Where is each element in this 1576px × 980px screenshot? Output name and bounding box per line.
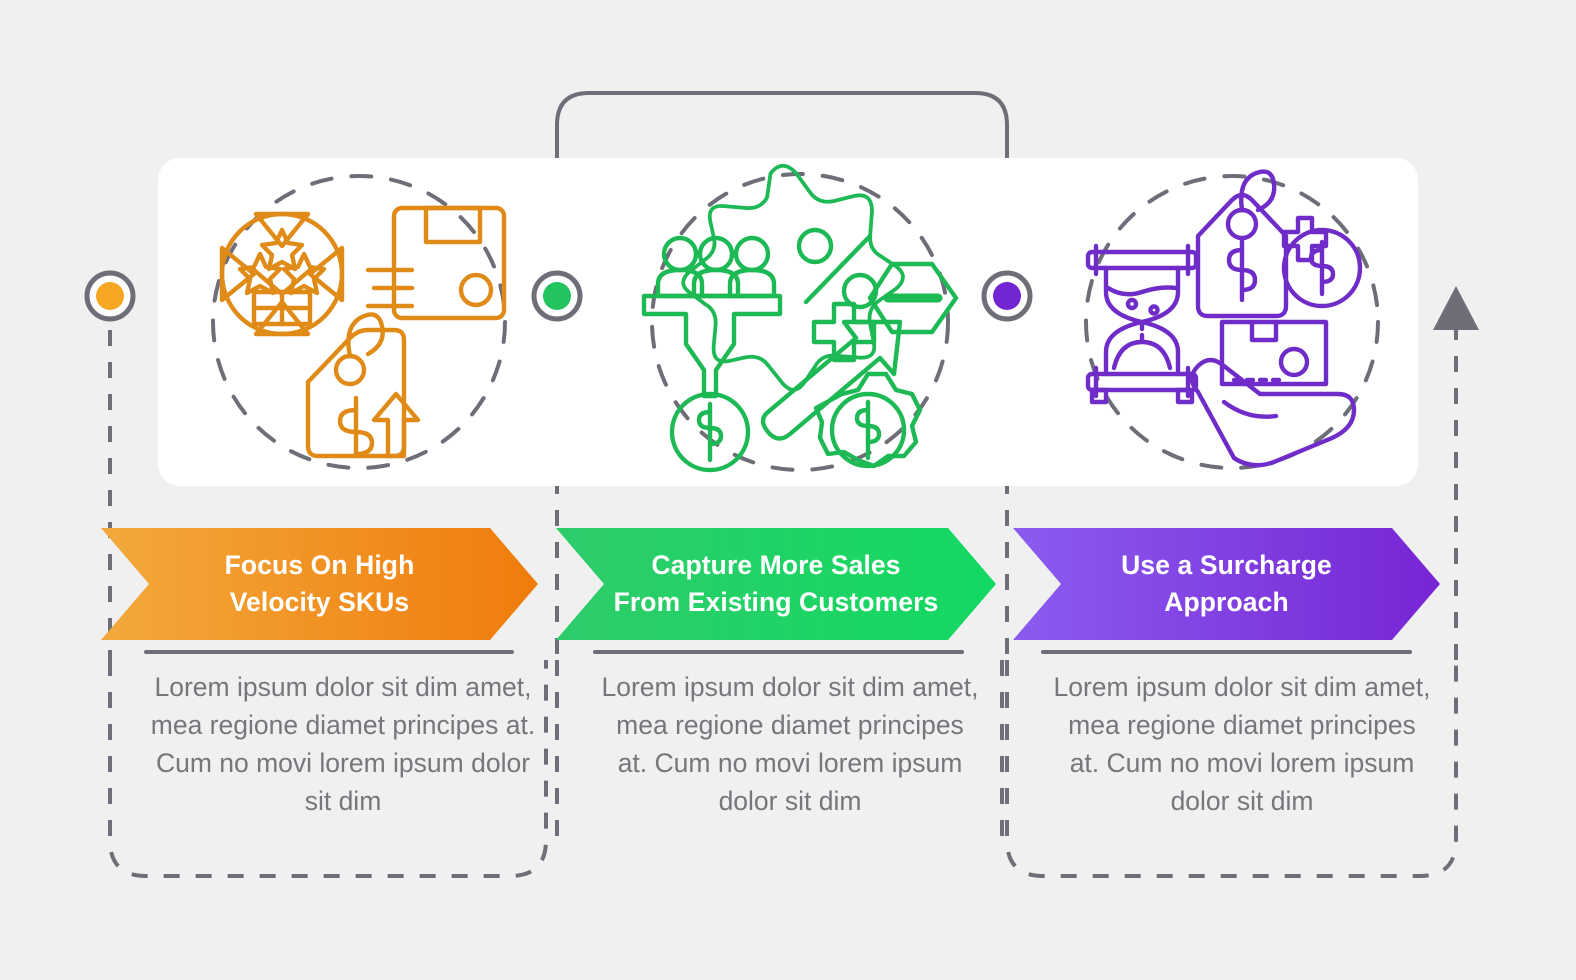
connector-lines-layer xyxy=(108,91,1458,878)
icon-group-step3 xyxy=(1062,158,1412,486)
tag-hole-3 xyxy=(1225,207,1259,241)
hand-icon xyxy=(1189,357,1357,468)
step-description-1: Lorem ipsum dolor sit dim amet, mea regi… xyxy=(150,672,536,817)
step1-illustration xyxy=(211,174,507,470)
box-divider xyxy=(251,289,313,327)
hourglass-foot-right xyxy=(1175,387,1195,405)
package-tape xyxy=(423,205,483,245)
tag-hole xyxy=(333,353,367,387)
hourglass-bottom-bar xyxy=(1085,371,1199,393)
sand-grain-1 xyxy=(1125,297,1139,311)
step-markers-layer xyxy=(84,270,1479,330)
step2-illustration xyxy=(641,163,959,473)
hand-thumb xyxy=(1221,399,1279,419)
package-dot xyxy=(458,272,494,308)
step-banner-3[interactable]: Use a Surcharge Approach xyxy=(1013,528,1440,640)
step-description-2: Lorem ipsum dolor sit dim amet, mea regi… xyxy=(601,672,979,817)
plus-icon-3 xyxy=(1281,215,1329,263)
dollar-sign-icon xyxy=(337,395,375,459)
step-marker-orange[interactable] xyxy=(84,270,136,322)
gear-dollar-sign xyxy=(854,399,882,461)
up-arrow-icon xyxy=(371,391,421,459)
step-banner-row: Focus On High Velocity SKUs Capture More … xyxy=(0,528,1576,640)
hourglass-sand-top xyxy=(1105,285,1179,297)
percent-slash xyxy=(803,233,873,305)
hourglass-foot-left xyxy=(1089,387,1109,405)
step-banner-2[interactable]: Capture More Sales From Existing Customer… xyxy=(556,528,996,640)
arrowhead-up-icon xyxy=(1433,286,1479,330)
tag-dollar-sign xyxy=(1226,237,1258,303)
sand-grain-2 xyxy=(1148,304,1160,316)
step-banner-2-label: Capture More Sales From Existing Customer… xyxy=(613,550,939,617)
percent-circle-top xyxy=(796,227,834,265)
icon-group-step2 xyxy=(638,158,978,486)
person-head-3 xyxy=(733,235,771,273)
step3-illustration xyxy=(1084,169,1380,470)
hourglass-sand-bottom xyxy=(1111,339,1173,371)
speed-lines-icon xyxy=(365,267,415,309)
plus-badge-icon xyxy=(811,301,877,363)
infographic-canvas: Focus On High Velocity SKUs Capture More … xyxy=(0,0,1576,980)
star-top-icon xyxy=(259,227,305,272)
step-banner-1[interactable]: Focus On High Velocity SKUs xyxy=(101,528,538,640)
coin-dollar-sign-3 xyxy=(1308,239,1336,297)
package-dot-3 xyxy=(1278,346,1310,378)
package-tape-3 xyxy=(1249,319,1279,343)
step-description-3: Lorem ipsum dolor sit dim amet, mea regi… xyxy=(1053,672,1431,817)
step-banner-3-label: Use a Surcharge Approach xyxy=(1121,550,1332,617)
step-banner-1-label: Focus On High Velocity SKUs xyxy=(224,550,415,617)
icon-group-step1 xyxy=(178,158,540,486)
